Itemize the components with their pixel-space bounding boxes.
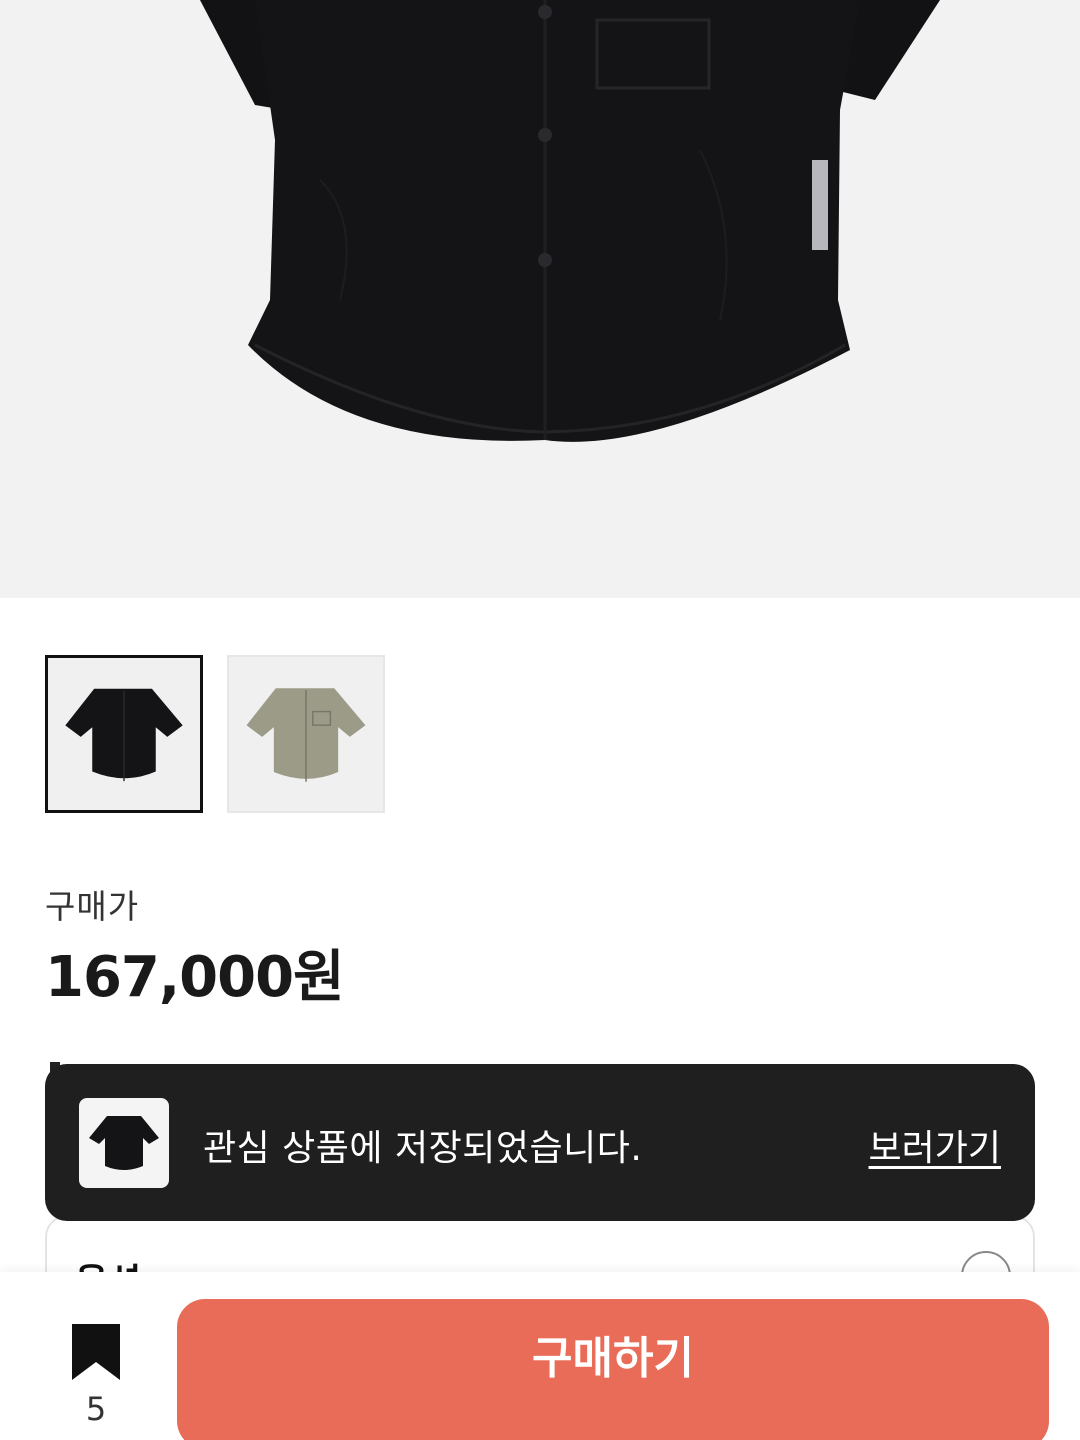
view-wishlist-link[interactable]: 보러가기 (869, 1119, 1001, 1171)
black-shirt-mini-image (89, 1116, 159, 1170)
buy-button[interactable]: 구매하기 (177, 1299, 1049, 1440)
thumbnail-beige-shirt[interactable] (227, 655, 385, 813)
thumbnail-list (45, 655, 385, 813)
bookmark-button[interactable]: 5 (56, 1314, 136, 1434)
beige-shirt-thumbnail-image (246, 688, 366, 782)
product-hero-image[interactable] (0, 0, 1080, 598)
black-shirt-image (200, 0, 940, 442)
bottom-action-bar: 5 구매하기 (0, 1272, 1080, 1440)
bookmark-count: 5 (85, 1390, 107, 1428)
price-label: 구매가 (45, 887, 140, 926)
toast-message: 관심 상품에 저장되었습니다. (203, 1128, 643, 1169)
black-shirt-thumbnail-image (65, 688, 183, 782)
toast-product-thumbnail (79, 1098, 169, 1188)
wishlist-toast: 관심 상품에 저장되었습니다. 보러가기 (45, 1064, 1035, 1221)
price-value: 167,000원 (45, 945, 345, 1010)
thumbnail-black-shirt[interactable] (45, 655, 203, 813)
bookmark-icon (72, 1324, 120, 1380)
product-detail-page: 구매가 167,000원 옵션 관심 상품에 저장되었습니다. 보러가기 5 구… (0, 0, 1080, 1440)
